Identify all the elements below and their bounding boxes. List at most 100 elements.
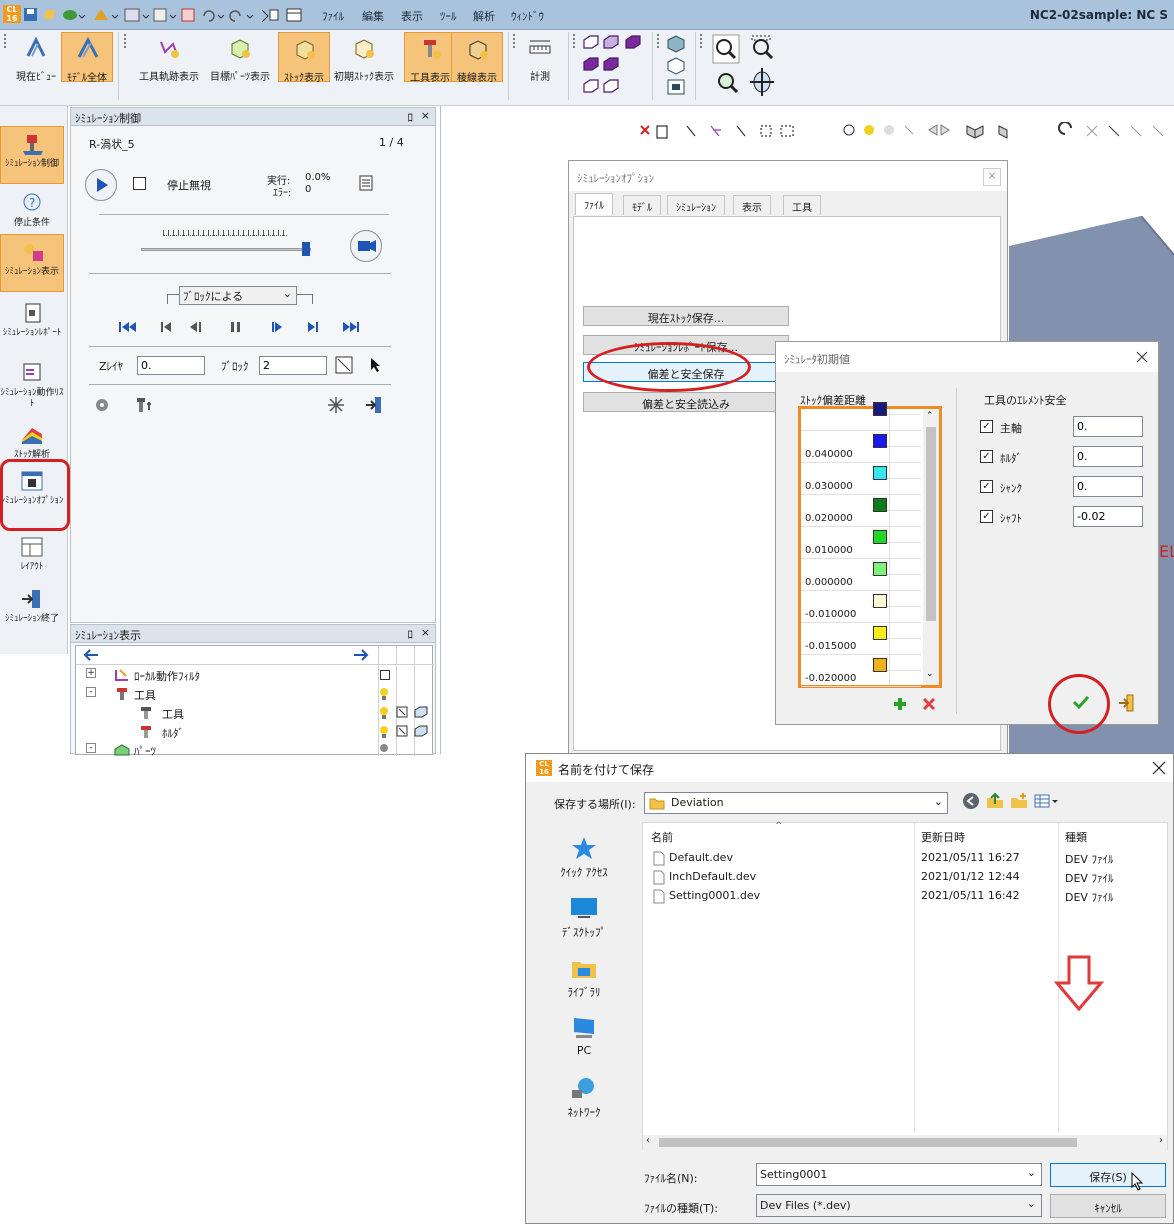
pin-icon[interactable]: ﾛ [408, 109, 414, 125]
lightbulb-icon[interactable] [378, 687, 390, 701]
sim-report-button[interactable]: ｼﾐｭﾚｰｼｮﾝﾚﾎﾟｰﾄ [0, 296, 64, 354]
save-current-stock-button[interactable]: 現在ｽﾄｯｸ保存... [583, 306, 789, 326]
close-icon[interactable] [1136, 351, 1148, 363]
file-row[interactable]: Setting0001.dev 2021/05/11 16:42 DEV ﾌｧｲﾙ [643, 887, 1167, 906]
menu-edit[interactable]: 編集 [362, 8, 384, 24]
initial-stock-display-button[interactable]: 初期ｽﾄｯｸ表示 [334, 32, 394, 83]
delete-row-icon[interactable] [922, 697, 936, 711]
file-row[interactable]: Default.dev 2021/05/11 16:27 DEV ﾌｧｲﾙ [643, 849, 1167, 868]
lightbulb-icon[interactable] [378, 743, 390, 756]
nav-network[interactable]: ﾈｯﾄﾜｰｸ [526, 1076, 642, 1120]
save-button[interactable]: 保存(S) [1050, 1163, 1166, 1187]
playback-controls[interactable] [115, 318, 365, 336]
column-name[interactable]: 名前 [651, 829, 673, 845]
scroll-down-icon[interactable]: ⌄ [926, 669, 934, 679]
pin-icon[interactable]: ﾛ [408, 626, 414, 642]
tab-tool[interactable]: 工具 [783, 195, 821, 215]
tree-item[interactable]: 工具 [86, 706, 428, 722]
safety-input[interactable] [1073, 476, 1143, 497]
tab-model[interactable]: ﾓﾃﾞﾙ [623, 195, 661, 215]
menu-tools[interactable]: ﾂｰﾙ [440, 8, 457, 24]
cancel-button[interactable]: ｷｬﾝｾﾙ [1050, 1194, 1166, 1218]
mode-select[interactable]: ﾌﾞﾛｯｸによる ⌄ [179, 286, 297, 305]
viewport-toolbar[interactable] [637, 122, 1174, 144]
view-mode-group[interactable] [664, 32, 690, 98]
view-menu-icon[interactable] [1034, 792, 1060, 810]
nav-pc[interactable]: PC [526, 1016, 642, 1057]
safety-input[interactable] [1073, 446, 1143, 467]
ignore-stop-checkbox[interactable] [133, 177, 146, 190]
model-all-button[interactable]: ﾓﾃﾞﾙ全体 [61, 32, 113, 84]
color-swatch[interactable] [873, 466, 887, 480]
edge-toggle-icon[interactable] [396, 725, 408, 737]
menu-file[interactable]: ﾌｧｲﾙ [322, 8, 344, 24]
color-swatch[interactable] [873, 594, 887, 608]
tab-simulation[interactable]: ｼﾐｭﾚｰｼｮﾝ [667, 195, 725, 215]
location-select[interactable]: Deviation ⌄ [644, 792, 948, 814]
up-folder-icon[interactable] [986, 792, 1004, 810]
scroll-right-icon[interactable]: › [1159, 1135, 1163, 1146]
horizontal-scrollbar[interactable]: ‹ › [643, 1135, 1167, 1150]
deviation-row[interactable]: 0.020000 [801, 495, 921, 527]
tab-display[interactable]: 表示 [733, 195, 771, 215]
safety-input[interactable] [1073, 416, 1143, 437]
deviation-row[interactable]: 0.040000 [801, 431, 921, 463]
sim-control-button[interactable]: ｼﾐｭﾚｰｼｮﾝ制御 [0, 126, 64, 184]
edge-display-button[interactable]: 稜線表示 [451, 32, 503, 84]
visibility-checkbox[interactable] [380, 670, 390, 680]
color-swatch[interactable] [873, 434, 887, 448]
tool-swap-icon[interactable] [135, 396, 153, 414]
z-layer-input[interactable] [137, 356, 205, 375]
filetype-select[interactable]: Dev Files (*.dev) ⌄ [756, 1194, 1042, 1217]
new-folder-icon[interactable] [1010, 792, 1028, 810]
safety-checkbox[interactable]: ✓ [980, 420, 993, 433]
tab-file[interactable]: ﾌｧｲﾙ [575, 193, 613, 215]
stock-display-button[interactable]: ｽﾄｯｸ表示 [278, 32, 330, 84]
safety-input[interactable] [1073, 506, 1143, 527]
shade-toggle-icon[interactable] [414, 706, 428, 718]
layout-button[interactable]: ﾚｲｱｳﾄ [0, 530, 64, 588]
step-graph-icon[interactable] [335, 356, 353, 374]
tree-item[interactable]: - ﾊﾟｰﾂ [86, 743, 426, 756]
deviation-scrollbar[interactable]: ⌃ ⌄ [923, 409, 939, 685]
lightbulb-icon[interactable] [378, 725, 390, 739]
file-row[interactable]: InchDefault.dev 2021/01/12 12:44 DEV ﾌｧｲﾙ [643, 868, 1167, 887]
tree-item[interactable]: - 工具 [86, 687, 426, 703]
tree-item[interactable]: ﾎﾙﾀﾞ [86, 725, 428, 741]
color-swatch[interactable] [873, 562, 887, 576]
scroll-left-icon[interactable]: ‹ [646, 1135, 650, 1146]
safety-checkbox[interactable]: ✓ [980, 480, 993, 493]
lightbulb-icon[interactable] [378, 706, 390, 720]
zoom-group[interactable] [712, 34, 782, 100]
deviation-row[interactable]: -0.015000 [801, 623, 921, 655]
load-deviation-safety-button[interactable]: 偏差と安全読込み [583, 392, 789, 412]
deviation-row[interactable]: 0.010000 [801, 527, 921, 559]
nav-quick-access[interactable]: ｸｲｯｸ ｱｸｾｽ [526, 836, 642, 880]
color-swatch[interactable] [873, 530, 887, 544]
quick-access-toolbar[interactable] [22, 6, 312, 24]
sim-display-button[interactable]: ｼﾐｭﾚｰｼｮﾝ表示 [0, 234, 64, 292]
scroll-thumb[interactable] [659, 1138, 1077, 1147]
safety-checkbox[interactable]: ✓ [980, 510, 993, 523]
deviation-row[interactable]: -0.020000 [801, 655, 921, 687]
color-swatch[interactable] [873, 626, 887, 640]
gear-icon[interactable] [93, 396, 111, 414]
view-cube-group[interactable] [580, 32, 644, 98]
play-button[interactable] [85, 169, 117, 201]
target-part-display-button[interactable]: 目標ﾊﾟｰﾂ表示 [210, 32, 270, 83]
edge-toggle-icon[interactable] [396, 706, 408, 718]
color-swatch[interactable] [873, 402, 887, 416]
menu-analysis[interactable]: 解析 [473, 8, 495, 24]
tree-expander[interactable]: - [86, 743, 96, 753]
sim-motion-list-button[interactable]: ｼﾐｭﾚｰｼｮﾝ動作ﾘｽﾄ [0, 356, 64, 414]
speed-slider-track[interactable] [141, 248, 311, 251]
scroll-thumb[interactable] [926, 427, 936, 621]
deviation-row[interactable] [801, 399, 921, 431]
tree-expander[interactable]: + [86, 668, 96, 678]
sparkle-icon[interactable] [327, 396, 345, 414]
deviation-row[interactable]: -0.010000 [801, 591, 921, 623]
nav-libraries[interactable]: ﾗｲﾌﾞﾗﾘ [526, 956, 642, 1000]
column-date[interactable]: 更新日時 [921, 829, 965, 845]
tree-expander[interactable]: - [86, 687, 96, 697]
column-type[interactable]: 種類 [1065, 829, 1087, 845]
